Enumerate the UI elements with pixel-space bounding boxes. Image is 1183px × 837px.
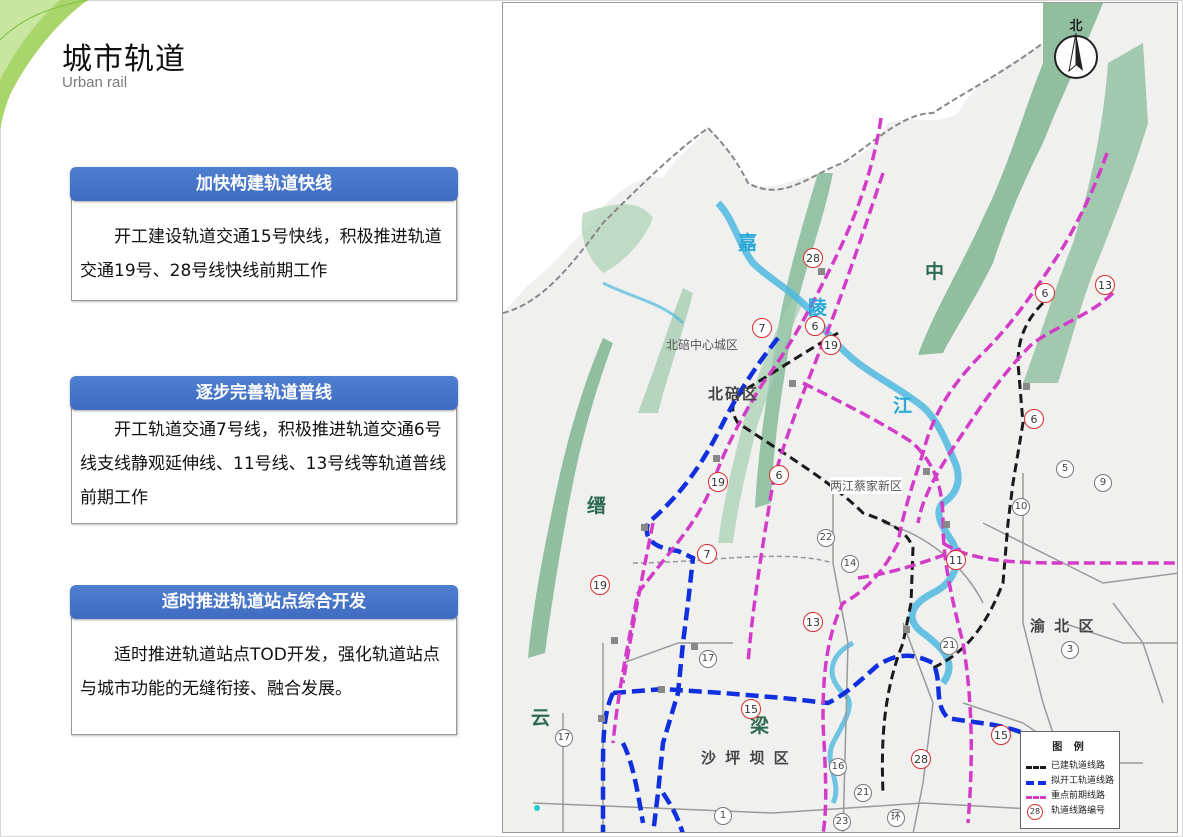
- mountain-jin: 缙: [587, 495, 607, 517]
- legend-row-built: 已建轨道线路: [1021, 759, 1119, 774]
- river-char-jia: 嘉: [738, 232, 758, 254]
- legend-label: 已建轨道线路: [1051, 761, 1106, 771]
- line-badge: 13: [1095, 275, 1115, 295]
- place-shapingba: 沙 坪 坝 区: [701, 749, 791, 767]
- existing-line-badge: 21: [854, 784, 872, 802]
- card-normal-rail: 逐步完善轨道普线 开工轨道交通7号线，积极推进轨道交通6号线支线静观延伸线、11…: [70, 376, 458, 524]
- legend-row-priority: 重点前期线路: [1021, 789, 1119, 804]
- card-heading: 适时推进轨道站点综合开发: [70, 585, 458, 619]
- line-badge: 7: [697, 544, 717, 564]
- existing-line-badge: 23: [833, 813, 851, 831]
- legend-label: 轨道线路编号: [1051, 806, 1106, 816]
- legend-swatch-priority: [1026, 796, 1046, 799]
- line-badge: 6: [805, 316, 825, 336]
- existing-line-badge: 17: [699, 650, 717, 668]
- line-badge: 6: [769, 465, 789, 485]
- line-badge: 6: [1024, 409, 1044, 429]
- card-express-rail: 加快构建轨道快线 开工建设轨道交通15号快线，积极推进轨道交通19号、28号线快…: [70, 167, 458, 301]
- place-beibei: 北碚区: [708, 385, 760, 403]
- existing-line-badge: 1: [714, 807, 732, 825]
- existing-line-badge: 10: [1012, 498, 1030, 516]
- line-badge: 7: [752, 318, 772, 338]
- line-badge: 15: [741, 699, 761, 719]
- line-badge: 28: [803, 248, 823, 268]
- legend-label: 拟开工轨道线路: [1051, 776, 1115, 786]
- card-body: 适时推进轨道站点TOD开发，强化轨道站点与城市功能的无缝衔接、融合发展。: [71, 617, 457, 735]
- card-heading: 加快构建轨道快线: [70, 167, 458, 201]
- line-badge: 28: [911, 749, 931, 769]
- existing-line-badge: 环: [887, 809, 905, 827]
- line-badge: 11: [946, 550, 966, 570]
- legend-badge-sample: 28: [1027, 804, 1043, 820]
- existing-line-badge: 16: [829, 758, 847, 776]
- legend-title: 图 例: [1052, 742, 1088, 753]
- existing-line-badge: 9: [1094, 474, 1112, 492]
- line-badge: 19: [590, 575, 610, 595]
- card-body: 开工轨道交通7号线，积极推进轨道交通6号线支线静观延伸线、11号线、13号线等轨…: [71, 408, 457, 524]
- existing-line-badge: 5: [1056, 460, 1074, 478]
- mountain-yun: 云: [531, 707, 551, 729]
- existing-line-badge: 21: [940, 637, 958, 655]
- mountain-zhong: 中: [925, 261, 945, 283]
- card-heading: 逐步完善轨道普线: [70, 376, 458, 410]
- line-badge: 13: [803, 612, 823, 632]
- card-body: 开工建设轨道交通15号快线，积极推进轨道交通19号、28号线快线前期工作: [71, 199, 457, 301]
- existing-line-badge: 3: [1061, 641, 1079, 659]
- map-legend: 图 例 已建轨道线路 拟开工轨道线路 重点前期线路 28 轨道线路编号: [1020, 731, 1120, 829]
- card-station-development: 适时推进轨道站点综合开发 适时推进轨道站点TOD开发，强化轨道站点与城市功能的无…: [70, 585, 458, 735]
- legend-row-planned: 拟开工轨道线路: [1021, 774, 1119, 789]
- river-char-jiang: 江: [893, 395, 913, 417]
- place-liangjiang-caijia: 两江蔡家新区: [830, 477, 903, 494]
- legend-row-badge: 28 轨道线路编号: [1021, 804, 1119, 820]
- compass-icon: [1054, 32, 1098, 79]
- page-title: 城市轨道: [62, 42, 186, 77]
- place-yubei: 渝 北 区: [1030, 617, 1096, 635]
- rail-map: 北 北碚区 北碚中心城区 两江蔡家新区 渝 北 区 沙 坪 坝 区 嘉 陵 江 …: [502, 2, 1178, 833]
- map-graphics: [503, 3, 1177, 832]
- line-badge: 6: [1035, 283, 1055, 303]
- line-badge: 19: [708, 472, 728, 492]
- legend-label: 重点前期线路: [1051, 791, 1106, 801]
- place-beibei-center: 北碚中心城区: [666, 338, 739, 352]
- legend-swatch-built: [1026, 766, 1046, 769]
- line-badge: 19: [821, 335, 841, 355]
- existing-line-badge: 22: [817, 529, 835, 547]
- legend-swatch-planned: [1026, 781, 1046, 785]
- existing-line-badge: 14: [841, 555, 859, 573]
- page-subtitle: Urban rail: [62, 74, 128, 91]
- existing-line-badge: 17: [555, 729, 573, 747]
- line-badge: 15: [991, 725, 1011, 745]
